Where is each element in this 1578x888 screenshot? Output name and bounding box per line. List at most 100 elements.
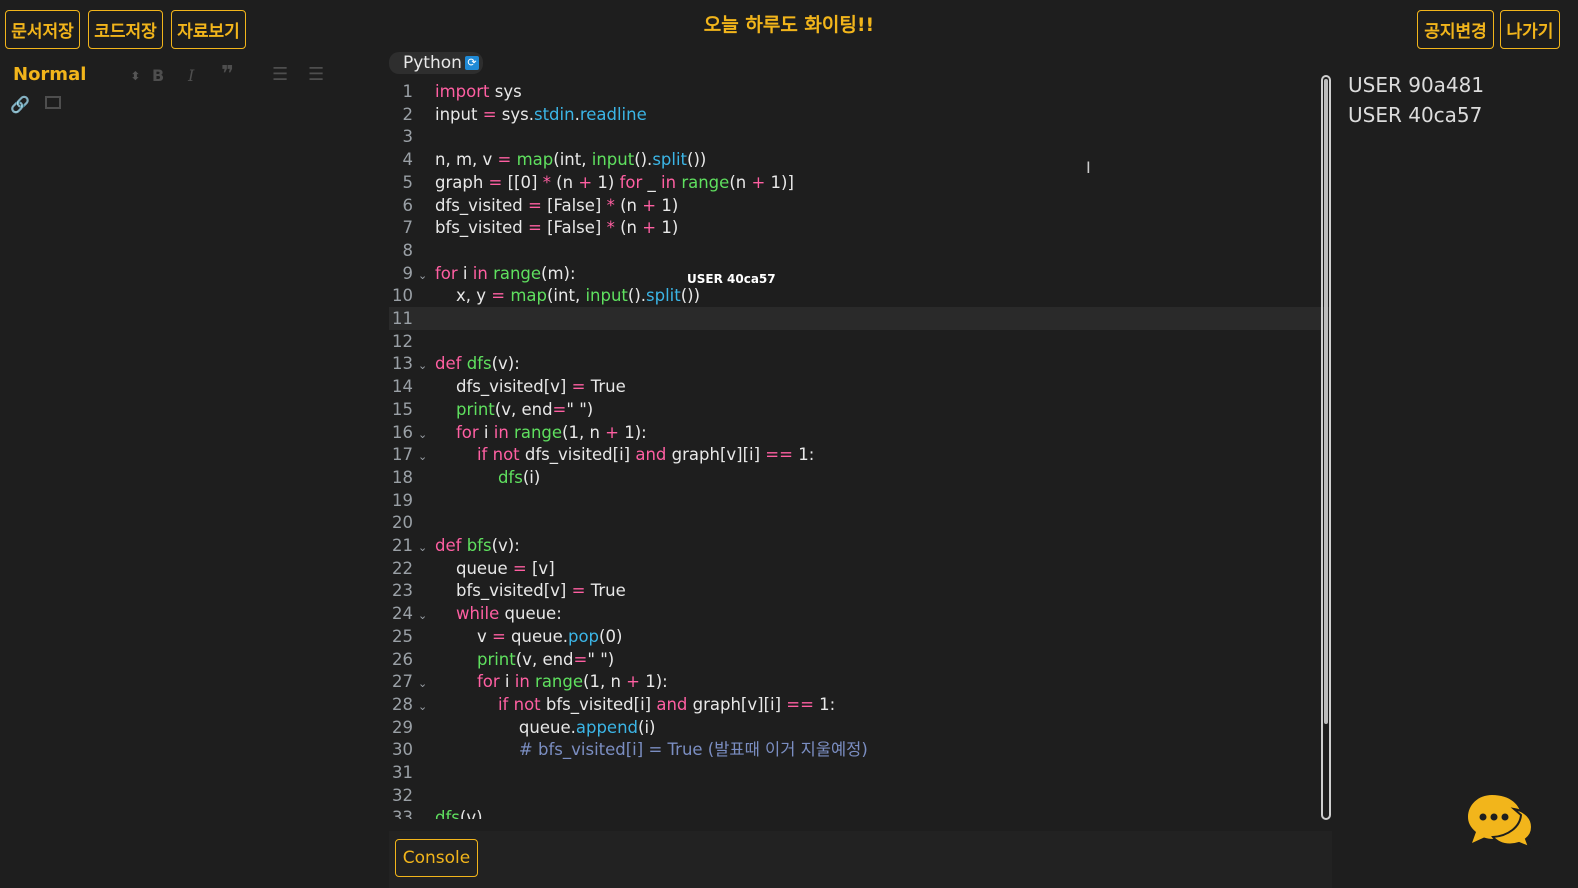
code-line[interactable]: 18 dfs(i) <box>389 466 1329 489</box>
code-line[interactable]: 5 graph = [[0] * (n + 1) for _ in range(n… <box>389 171 1329 194</box>
fold-chevron-icon[interactable]: ⌄ <box>418 445 427 468</box>
fold-chevron-icon[interactable]: ⌄ <box>418 264 427 287</box>
code-line[interactable]: 25 v = queue.pop(0) <box>389 625 1329 648</box>
code-text: graph = [[0] * (n + 1) for _ in range(n … <box>435 172 794 192</box>
code-text: x, y = map(int, input().split()) <box>435 286 701 306</box>
fold-chevron-icon[interactable]: ⌄ <box>418 695 427 718</box>
line-number: 3 <box>402 127 414 147</box>
line-number: 12 <box>392 331 413 351</box>
code-line[interactable]: 8 <box>389 239 1329 262</box>
code-text: dfs_visited = [False] * (n + 1) <box>435 195 679 215</box>
line-number: 25 <box>392 626 413 646</box>
code-line[interactable]: 22 queue = [v] <box>389 557 1329 580</box>
code-text: if not bfs_visited[i] and graph[v][i] ==… <box>497 694 836 714</box>
code-text: dfs_visited[v] = True <box>435 377 626 397</box>
code-text: dfs(i) <box>497 467 541 487</box>
editor-scrollbar[interactable] <box>1321 75 1331 820</box>
line-number: 31 <box>392 763 413 782</box>
fold-chevron-icon[interactable]: ⌄ <box>418 604 427 627</box>
code-line[interactable]: 33 dfs(v) <box>389 806 1329 819</box>
line-number: 30 <box>392 740 413 760</box>
code-text: for i in range(m): <box>435 263 576 283</box>
code-line[interactable]: 29 queue.append(i) <box>389 716 1329 739</box>
line-number: 7 <box>402 218 414 238</box>
code-text: import sys <box>435 82 522 101</box>
code-line[interactable]: 32 <box>389 784 1329 807</box>
fold-chevron-icon[interactable]: ⌄ <box>418 672 427 695</box>
line-number: 5 <box>402 172 414 192</box>
bold-icon[interactable]: B <box>152 66 164 85</box>
code-line[interactable]: 19 <box>389 489 1329 512</box>
code-text: def bfs(v): <box>435 536 520 555</box>
code-line[interactable]: 20 <box>389 511 1329 534</box>
code-line[interactable]: 2 input = sys.stdin.readline <box>389 103 1329 126</box>
console-button[interactable]: Console <box>395 839 478 877</box>
bullet-list-icon[interactable]: ☰ <box>308 64 324 85</box>
language-selector[interactable]: Python ⟳ <box>389 52 483 74</box>
code-line[interactable]: 7 bfs_visited = [False] * (n + 1) <box>389 216 1329 239</box>
code-text: if not dfs_visited[i] and graph[v][i] ==… <box>476 445 815 465</box>
code-line[interactable]: 12 <box>389 330 1329 353</box>
code-text: bfs_visited = [False] * (n + 1) <box>435 218 679 238</box>
user-item: USER 40ca57 <box>1348 103 1483 127</box>
code-line[interactable]: 6 dfs_visited = [False] * (n + 1) <box>389 194 1329 217</box>
code-line[interactable]: 4 n, m, v = map(int, input().split()) <box>389 148 1329 171</box>
code-line[interactable]: 21 ⌄ def bfs(v): <box>389 534 1329 557</box>
line-number: 9 <box>402 263 414 283</box>
line-number: 23 <box>392 581 413 601</box>
image-icon[interactable] <box>45 96 61 109</box>
language-label: Python <box>403 53 462 73</box>
code-text: while queue: <box>455 604 562 624</box>
code-line[interactable]: 17 ⌄ if not dfs_visited[i] and graph[v][i… <box>389 443 1329 466</box>
line-number: 10 <box>392 286 413 306</box>
fold-chevron-icon[interactable]: ⌄ <box>418 354 427 377</box>
code-line[interactable]: 30 # bfs_visited[i] = True (발표때 이거 지울예정) <box>389 738 1329 761</box>
line-number: 22 <box>392 558 413 578</box>
code-line[interactable]: 28 ⌄ if not bfs_visited[i] and graph[v][i… <box>389 693 1329 716</box>
code-line[interactable]: 16 ⌄ for i in range(1, n + 1): <box>389 421 1329 444</box>
change-notice-button[interactable]: 공지변경 <box>1417 10 1494 49</box>
code-line[interactable]: 9 ⌄ for i in range(m): <box>389 262 1329 285</box>
line-number: 2 <box>402 104 414 124</box>
code-line[interactable]: 27 ⌄ for i in range(1, n + 1): <box>389 670 1329 693</box>
remote-cursor-label: USER 40ca57 <box>687 272 776 286</box>
scrollbar-thumb[interactable] <box>1324 79 1328 724</box>
code-line[interactable]: 1 import sys <box>389 80 1329 103</box>
code-line[interactable]: 15 print(v, end=" ") <box>389 398 1329 421</box>
line-number: 29 <box>392 717 413 737</box>
code-line[interactable]: 14 dfs_visited[v] = True <box>389 375 1329 398</box>
code-line[interactable]: 13 ⌄ def dfs(v): <box>389 352 1329 375</box>
user-list: USER 90a481 USER 40ca57 <box>1348 70 1484 130</box>
code-line[interactable]: 26 print(v, end=" ") <box>389 648 1329 671</box>
code-line[interactable]: 23 bfs_visited[v] = True <box>389 579 1329 602</box>
line-number: 19 <box>392 490 413 510</box>
fold-chevron-icon[interactable]: ⌄ <box>418 423 427 446</box>
code-text: for i in range(1, n + 1): <box>476 672 668 692</box>
exit-button[interactable]: 나가기 <box>1500 10 1560 49</box>
format-select[interactable]: Normal ⬍ <box>13 64 140 85</box>
code-line[interactable]: 11 <box>389 307 1329 330</box>
code-text: queue = [v] <box>435 558 555 578</box>
ordered-list-icon[interactable]: ☰ <box>272 64 288 85</box>
refresh-icon[interactable]: ⟳ <box>464 56 479 70</box>
line-number: 14 <box>392 377 413 397</box>
line-number: 6 <box>402 195 414 215</box>
italic-icon[interactable]: I <box>188 66 194 85</box>
page-title: 오늘 하루도 화이팅!! <box>703 14 875 36</box>
code-line[interactable]: 24 ⌄ while queue: <box>389 602 1329 625</box>
link-icon[interactable]: 🔗 <box>10 95 30 114</box>
code-text: for i in range(1, n + 1): <box>455 422 647 442</box>
code-line[interactable]: 31 <box>389 761 1329 784</box>
line-number: 8 <box>402 240 414 260</box>
code-line[interactable]: 10 x, y = map(int, input().split()) <box>389 284 1329 307</box>
console-bar <box>389 831 1332 888</box>
chat-icon[interactable] <box>1466 787 1534 849</box>
code-editor[interactable]: 1 import sys 2 input = sys.stdin.readline 3 4… <box>389 80 1329 819</box>
fold-chevron-icon[interactable]: ⌄ <box>418 536 427 559</box>
quote-icon[interactable]: ❞ <box>221 62 234 87</box>
code-text: queue.append(i) <box>435 717 656 737</box>
line-number: 28 <box>392 694 413 714</box>
code-line[interactable]: 3 <box>389 125 1329 148</box>
select-arrows-icon: ⬍ <box>130 69 141 83</box>
code-text: print(v, end=" ") <box>476 649 615 669</box>
